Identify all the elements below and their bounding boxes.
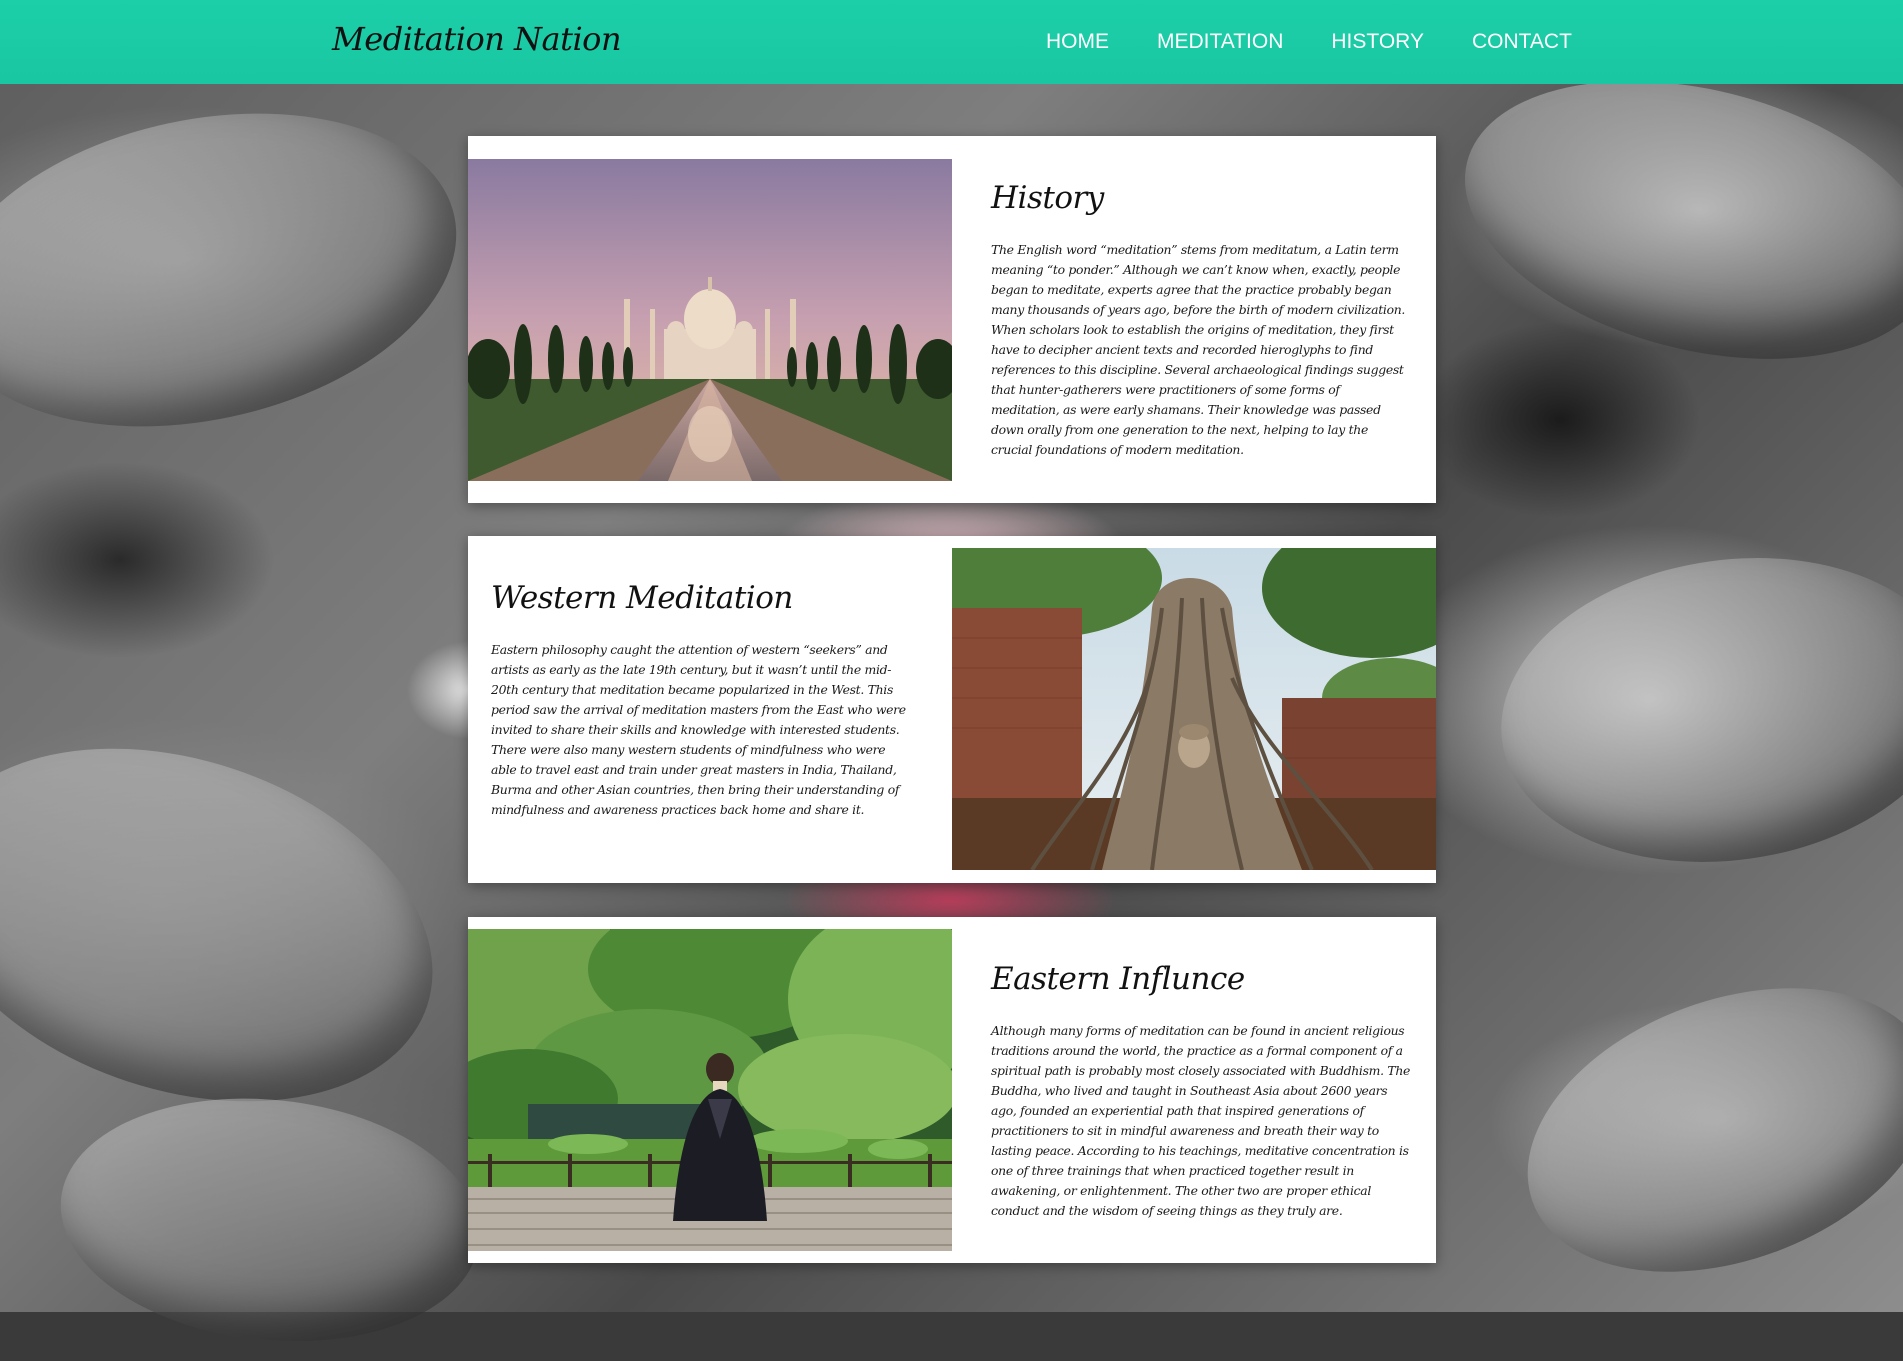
western-meditation-body: Eastern philosophy caught the attention …	[491, 642, 906, 817]
nav-home-link[interactable]: HOME	[1046, 30, 1109, 54]
background-leaf	[1435, 35, 1903, 405]
background-leaf	[48, 1078, 492, 1361]
eastern-influence-card: Eastern Influnce Although many forms of …	[468, 917, 1436, 1263]
history-heading: History	[991, 180, 1104, 216]
eastern-influence-heading: Eastern Influnce	[991, 961, 1245, 997]
background-leaf	[0, 69, 486, 471]
top-navbar: Meditation Nation HOME MEDITATION HISTOR…	[0, 0, 1903, 84]
history-body: The English word “meditation” stems from…	[991, 242, 1406, 457]
background-leaf	[0, 687, 479, 1163]
history-text-block: History The English word “meditation” st…	[991, 180, 1411, 460]
history-card: History The English word “meditation” st…	[468, 136, 1436, 503]
western-text-block: Western Meditation Eastern philosophy ca…	[491, 580, 911, 820]
nav-history-link[interactable]: HISTORY	[1331, 30, 1424, 54]
nav-contact-link[interactable]: CONTACT	[1472, 30, 1572, 54]
western-meditation-heading: Western Meditation	[491, 580, 793, 616]
background-leaf	[1488, 936, 1903, 1324]
monk-garden-photo	[468, 929, 952, 1251]
eastern-influence-body: Although many forms of meditation can be…	[991, 1023, 1411, 1218]
taj-mahal-photo	[468, 159, 952, 481]
site-logo[interactable]: Meditation Nation	[332, 20, 622, 58]
western-meditation-card: Western Meditation Eastern philosophy ca…	[468, 536, 1436, 883]
nav-meditation-link[interactable]: MEDITATION	[1157, 30, 1283, 54]
eastern-text-block: Eastern Influnce Although many forms of …	[991, 961, 1411, 1221]
main-nav: HOME MEDITATION HISTORY CONTACT	[1046, 30, 1572, 54]
background-leaf	[1481, 529, 1903, 891]
buddha-head-tree-roots-photo	[952, 548, 1436, 870]
